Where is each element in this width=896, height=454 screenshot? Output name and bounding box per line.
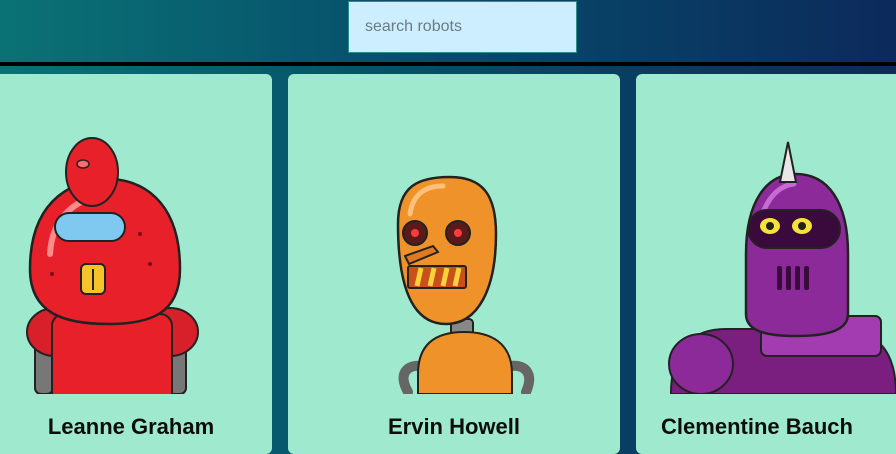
robot-image: [668, 141, 896, 394]
robot-name: Ervin Howell: [387, 414, 521, 439]
search-input[interactable]: [348, 1, 577, 53]
header: [0, 0, 896, 62]
robot-name: Clementine Bauch: [661, 414, 853, 439]
robot-image: [26, 137, 199, 394]
robot-card[interactable]: Leanne Graham: [0, 74, 272, 454]
robot-card[interactable]: Ervin Howell: [288, 74, 620, 454]
header-divider: [0, 62, 896, 66]
robot-card[interactable]: Clementine Bauch: [636, 74, 896, 454]
robot-name: Leanne Graham: [47, 414, 215, 439]
robot-image: [396, 175, 535, 394]
